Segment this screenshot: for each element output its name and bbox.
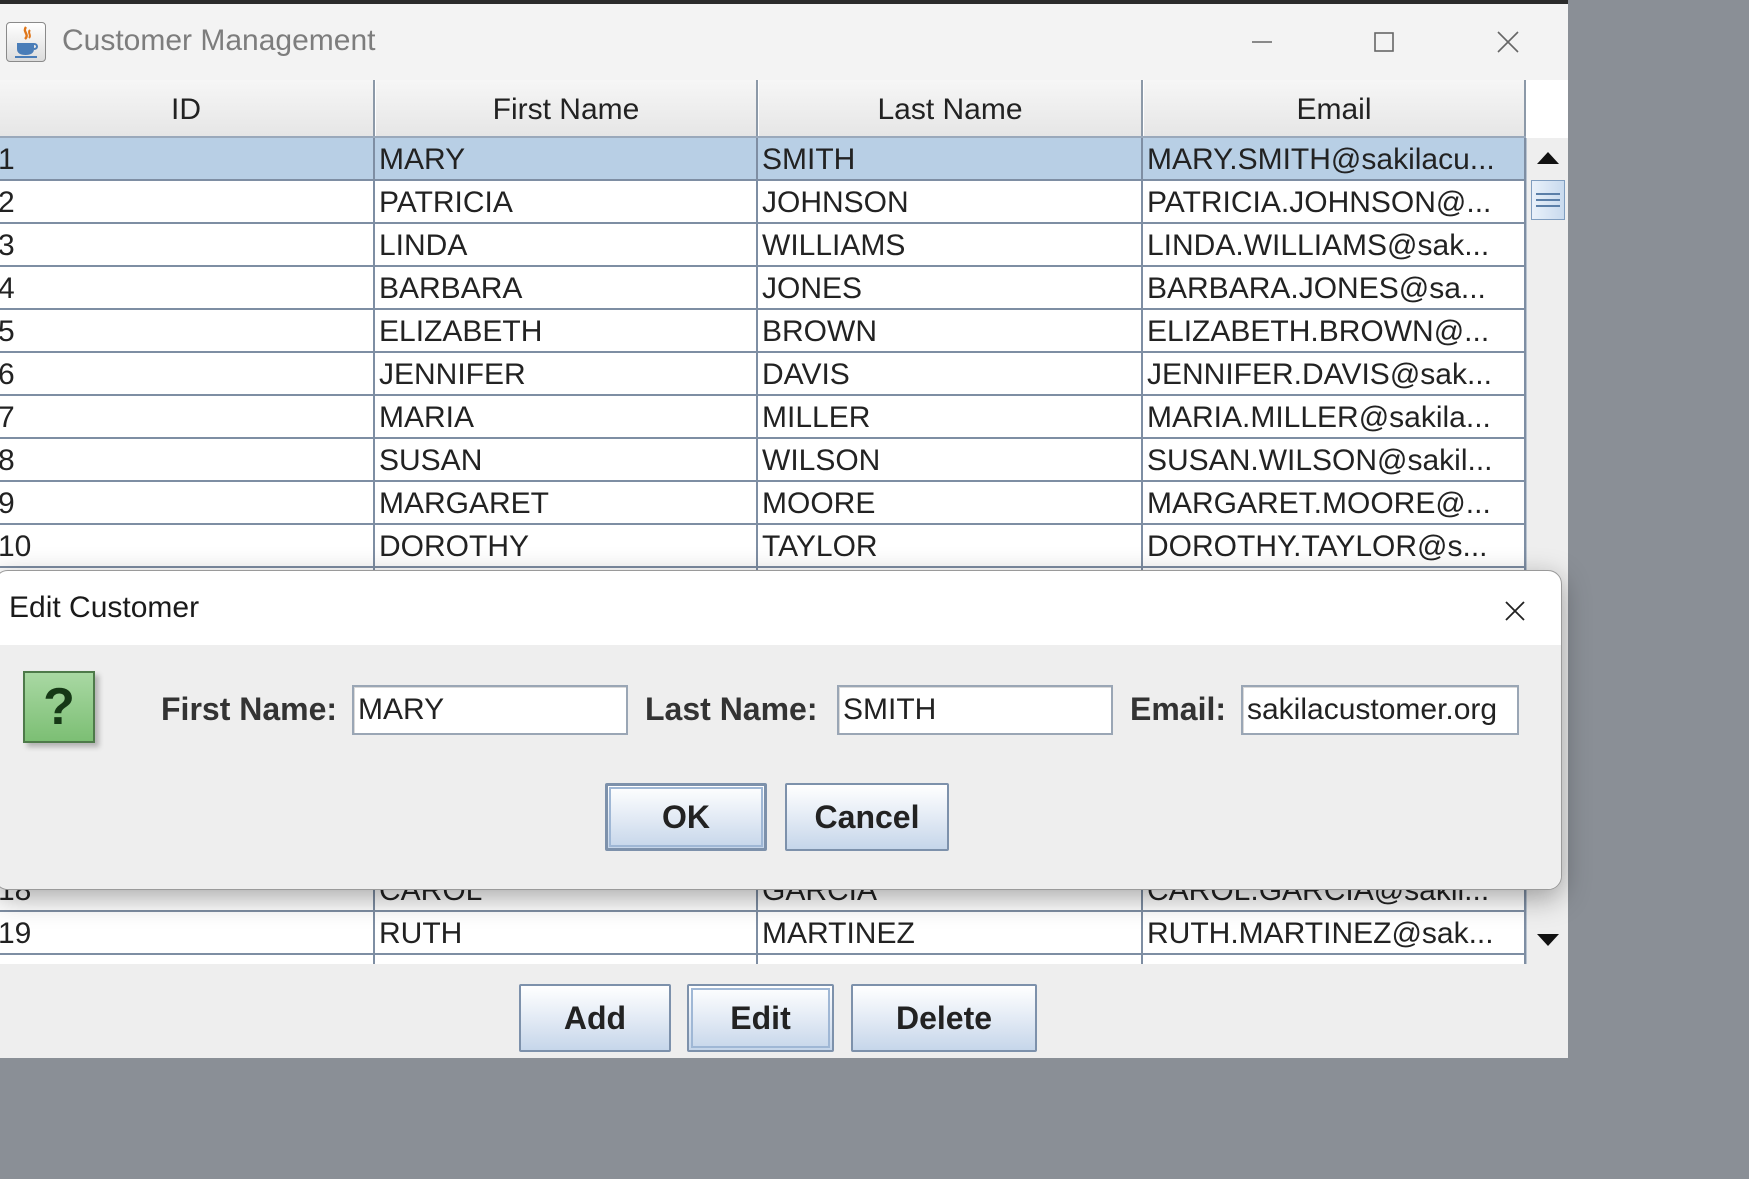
cell-email: MARGARET.MOORE@...: [1143, 482, 1526, 523]
scroll-up-arrow-icon[interactable]: [1527, 138, 1568, 178]
cell-first-name: DOROTHY: [375, 525, 758, 566]
cell-id: 4: [0, 267, 375, 308]
cell-id: 6: [0, 353, 375, 394]
dialog-body: ? First Name: Last Name: Email: OK Cance…: [0, 645, 1561, 889]
table-row[interactable]: 10 DOROTHY TAYLOR DOROTHY.TAYLOR@s...: [0, 525, 1526, 568]
maximize-icon[interactable]: [1364, 22, 1404, 62]
cell-id: [0, 955, 375, 964]
window-titlebar[interactable]: Customer Management: [0, 4, 1568, 80]
cell-last-name: WILSON: [758, 439, 1143, 480]
cell-first-name: MARIA: [375, 396, 758, 437]
edit-button[interactable]: Edit: [687, 984, 834, 1052]
column-header-email[interactable]: Email: [1143, 80, 1526, 136]
last-name-label: Last Name:: [645, 691, 818, 727]
cell-id: 8: [0, 439, 375, 480]
dialog-titlebar[interactable]: Edit Customer: [0, 571, 1561, 645]
customer-management-window: Customer Management ID First Name Last N…: [0, 0, 1568, 1058]
cell-first-name: LINDA: [375, 224, 758, 265]
cell-id: 2: [0, 181, 375, 222]
column-header-last-name[interactable]: Last Name: [758, 80, 1143, 136]
column-header-first-name[interactable]: First Name: [375, 80, 758, 136]
scroll-down-arrow-icon[interactable]: [1527, 920, 1568, 960]
table-row[interactable]: 5ELIZABETHBROWNELIZABETH.BROWN@...: [0, 310, 1526, 353]
table-header: ID First Name Last Name Email: [0, 80, 1526, 138]
cell-id: 1: [0, 138, 375, 179]
window-title: Customer Management: [62, 24, 376, 57]
scrollbar-thumb[interactable]: [1531, 180, 1565, 220]
cell-email: BARBARA.JONES@sa...: [1143, 267, 1526, 308]
cell-id: 9: [0, 482, 375, 523]
delete-button[interactable]: Delete: [851, 984, 1037, 1052]
cell-last-name: JONES: [758, 267, 1143, 308]
cell-email: SUSAN.WILSON@sakil...: [1143, 439, 1526, 480]
cell-email: RUTH.MARTINEZ@sak...: [1143, 912, 1526, 953]
cell-last-name: DAVIS: [758, 353, 1143, 394]
email-label: Email:: [1130, 691, 1227, 727]
question-icon: ?: [23, 671, 95, 743]
cell-email: [1143, 955, 1526, 964]
cell-email: MARY.SMITH@sakilacu...: [1143, 138, 1526, 179]
cell-first-name: MARY: [375, 138, 758, 179]
cell-last-name: JOHNSON: [758, 181, 1143, 222]
last-name-field[interactable]: [837, 685, 1113, 735]
cell-first-name: JENNIFER: [375, 353, 758, 394]
cell-email: LINDA.WILLIAMS@sak...: [1143, 224, 1526, 265]
cell-first-name: [375, 955, 758, 964]
cell-last-name: TAYLOR: [758, 525, 1143, 566]
dialog-title: Edit Customer: [9, 591, 200, 624]
cell-id: 10: [0, 525, 375, 566]
table-row[interactable]: 19 RUTH MARTINEZ RUTH.MARTINEZ@sak...: [0, 912, 1526, 955]
cell-id: 7: [0, 396, 375, 437]
first-name-label: First Name:: [161, 691, 338, 727]
table-row[interactable]: 4BARBARAJONESBARBARA.JONES@sa...: [0, 267, 1526, 310]
cell-first-name: RUTH: [375, 912, 758, 953]
cell-last-name: MOORE: [758, 482, 1143, 523]
cell-email: DOROTHY.TAYLOR@s...: [1143, 525, 1526, 566]
cell-last-name: SMITH: [758, 138, 1143, 179]
first-name-field[interactable]: [352, 685, 628, 735]
cell-first-name: PATRICIA: [375, 181, 758, 222]
cell-first-name: BARBARA: [375, 267, 758, 308]
table-row[interactable]: 8SUSANWILSONSUSAN.WILSON@sakil...: [0, 439, 1526, 482]
email-field[interactable]: [1241, 685, 1519, 735]
column-header-id[interactable]: ID: [0, 80, 375, 136]
table-row[interactable]: 1MARYSMITHMARY.SMITH@sakilacu...: [0, 138, 1526, 181]
ok-button[interactable]: OK: [605, 783, 767, 851]
cell-last-name: WILLIAMS: [758, 224, 1143, 265]
minimize-icon[interactable]: [1242, 22, 1282, 62]
close-icon[interactable]: [1488, 22, 1528, 62]
table-row[interactable]: 7MARIAMILLERMARIA.MILLER@sakila...: [0, 396, 1526, 439]
cancel-button[interactable]: Cancel: [785, 783, 949, 851]
cell-id: 19: [0, 912, 375, 953]
cell-last-name: MILLER: [758, 396, 1143, 437]
cell-email: MARIA.MILLER@sakila...: [1143, 396, 1526, 437]
action-bar: Add Edit Delete: [0, 964, 1568, 1058]
table-row[interactable]: [0, 955, 1526, 964]
cell-last-name: BROWN: [758, 310, 1143, 351]
table-row[interactable]: 6JENNIFERDAVISJENNIFER.DAVIS@sak...: [0, 353, 1526, 396]
cell-email: ELIZABETH.BROWN@...: [1143, 310, 1526, 351]
cell-id: 5: [0, 310, 375, 351]
dialog-close-icon[interactable]: [1495, 591, 1535, 631]
cell-first-name: ELIZABETH: [375, 310, 758, 351]
cell-first-name: SUSAN: [375, 439, 758, 480]
cell-email: PATRICIA.JOHNSON@...: [1143, 181, 1526, 222]
table-row[interactable]: 2PATRICIAJOHNSONPATRICIA.JOHNSON@...: [0, 181, 1526, 224]
edit-customer-dialog: Edit Customer ? First Name: Last Name: E…: [0, 570, 1562, 890]
table-row[interactable]: 3LINDAWILLIAMSLINDA.WILLIAMS@sak...: [0, 224, 1526, 267]
cell-id: 3: [0, 224, 375, 265]
cell-last-name: MARTINEZ: [758, 912, 1143, 953]
java-app-icon: [6, 22, 46, 62]
add-button[interactable]: Add: [519, 984, 671, 1052]
table-row[interactable]: 9MARGARETMOOREMARGARET.MOORE@...: [0, 482, 1526, 525]
cell-email: JENNIFER.DAVIS@sak...: [1143, 353, 1526, 394]
cell-last-name: [758, 955, 1143, 964]
cell-first-name: MARGARET: [375, 482, 758, 523]
